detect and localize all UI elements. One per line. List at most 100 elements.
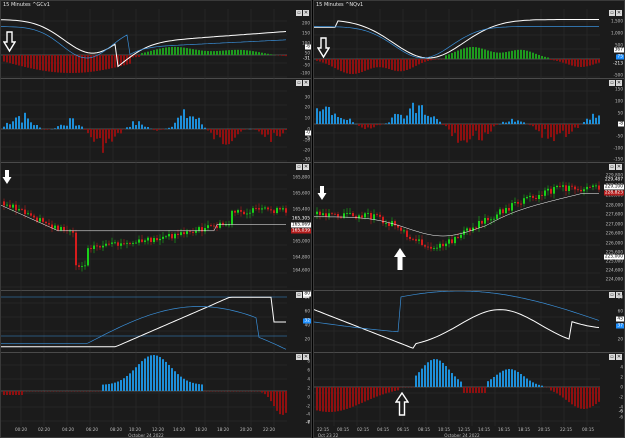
candle-body xyxy=(382,216,384,224)
histogram-bar xyxy=(15,55,17,65)
candle-body xyxy=(108,243,110,245)
candle-body xyxy=(475,227,477,229)
chart-title: 15 Minutes ^GCv1 xyxy=(3,2,50,8)
histogram-bar xyxy=(153,50,155,55)
histogram-bar xyxy=(177,117,179,129)
candle-body xyxy=(18,209,20,211)
histogram-bar xyxy=(511,369,513,387)
candle-body xyxy=(331,213,333,215)
candle-body xyxy=(120,243,122,246)
candle-body xyxy=(457,236,459,238)
value-tag: -8 xyxy=(617,121,624,127)
histogram-bar xyxy=(547,57,549,59)
arrow-up-solid-icon xyxy=(394,248,406,270)
histogram-bar xyxy=(475,387,477,393)
histogram-bar xyxy=(192,382,194,391)
histogram-bar xyxy=(445,366,447,387)
candle-body xyxy=(78,265,80,267)
histogram-bar xyxy=(78,55,80,73)
tick-label: 50 xyxy=(304,50,310,56)
histogram-bar xyxy=(3,391,5,395)
histogram-bar xyxy=(138,55,140,57)
time-axis: 00:20 02:20 04:20 06:20 08:20 10:20 12:2… xyxy=(1,426,311,437)
histogram-bar xyxy=(282,55,284,56)
histogram-bar xyxy=(508,51,510,59)
chart-window-nq[interactable]: 15 Minutes ^NQv1 ▫ ✕ 1,500 1,000 500 -500… xyxy=(313,0,625,438)
histogram-bar xyxy=(156,49,158,55)
oscillator-pane-1[interactable]: ▫ ✕ 1,500 1,000 500 -500 367 75 -213 xyxy=(314,9,624,79)
histogram-bar xyxy=(448,54,450,59)
oscillator-pane-1[interactable]: ▫ ✕ 200 150 100 50 -50 -100 -6 -31 xyxy=(1,9,311,79)
histogram-bar xyxy=(427,362,429,387)
oscillator-pane-2[interactable]: ▫✕ 80 60 40 20 80 32 xyxy=(1,291,311,353)
time-label: 18:15 xyxy=(517,427,531,432)
tick-label: 228,000 xyxy=(605,202,623,208)
histogram-bar xyxy=(457,124,459,143)
histogram-bar xyxy=(514,121,516,124)
histogram-bar xyxy=(487,124,489,134)
histogram-bar xyxy=(505,369,507,387)
histogram-bar xyxy=(141,361,143,391)
candle-body xyxy=(267,207,269,210)
histogram-bar xyxy=(550,387,552,391)
price-pane[interactable]: ▫✕ 229,800 229,100 228,600 228,000 227,6… xyxy=(314,163,624,291)
histogram-bar xyxy=(141,53,143,55)
candle-body xyxy=(388,222,390,226)
histogram-bar xyxy=(409,59,411,69)
histogram-bar xyxy=(234,49,236,55)
histogram-bar xyxy=(87,129,89,134)
histogram-bar xyxy=(475,47,477,59)
histogram-bar xyxy=(162,47,164,55)
histogram-bar xyxy=(120,129,122,134)
candle-body xyxy=(490,219,492,221)
histogram-bar xyxy=(231,129,233,142)
histogram-bar xyxy=(39,55,41,71)
histogram-bar xyxy=(409,108,411,124)
candle-body xyxy=(400,227,402,231)
histogram-pane-1[interactable]: ▫ ✕ 150 100 50 -50 -100 -150 -8 xyxy=(314,79,624,163)
histogram-bar xyxy=(246,50,248,55)
histogram-bar xyxy=(349,59,351,74)
tick-label: 20 xyxy=(304,336,310,342)
histogram-bar xyxy=(186,48,188,55)
histogram-bar xyxy=(364,387,366,402)
candle-body xyxy=(213,225,215,227)
candle-body xyxy=(12,204,14,208)
candle-body xyxy=(186,231,188,235)
histogram-bar xyxy=(261,391,263,393)
histogram-pane-2[interactable]: ▫ ✕ 4 2 0 -2 -4 -6 -6 22:15 00:15 02:15 0… xyxy=(314,353,624,437)
histogram-bar xyxy=(526,50,528,59)
histogram-bar xyxy=(472,124,474,136)
histogram-bar xyxy=(451,124,453,137)
candle-body xyxy=(255,208,257,209)
histogram-bar xyxy=(207,51,209,55)
histogram-bar xyxy=(319,387,321,412)
time-label: 04:20 xyxy=(61,427,75,432)
candle-body xyxy=(162,236,164,239)
histogram-bar xyxy=(448,369,450,387)
histogram-bar xyxy=(189,116,191,129)
histogram-pane-2[interactable]: ▫ ✕ 8 6 4 2 0 -2 -4 -6 -7 00:20 02:20 04:… xyxy=(1,353,311,437)
candle-body xyxy=(385,222,387,224)
histogram-bar xyxy=(517,120,519,124)
tick-label: 165,600 xyxy=(292,190,310,196)
candle-body xyxy=(424,245,426,247)
candle-body xyxy=(135,242,137,244)
histogram-bar xyxy=(168,127,170,129)
candle-body xyxy=(147,237,149,241)
price-pane[interactable]: ▫✕ 165,800 165,600 165,400 165,200 165,0… xyxy=(1,163,311,291)
time-label: 16:20 xyxy=(194,427,208,432)
oscillator-pane-2[interactable]: ▫✕ 80 60 40 20 45 37 xyxy=(314,291,624,353)
candle-body xyxy=(276,207,278,214)
candle-body xyxy=(138,239,140,243)
chart-window-gc[interactable]: 15 Minutes ^GCv1 ▫ ✕ 200 150 100 50 -50 -… xyxy=(0,0,312,438)
candle-body xyxy=(316,211,318,215)
histogram-bar xyxy=(138,121,140,129)
tick-label: 150 xyxy=(302,30,310,36)
histogram-pane-1[interactable]: ▫ ✕ 30 20 10 0 -10 -20 -30 -0 -5 xyxy=(1,79,311,163)
candle-body xyxy=(523,198,525,204)
histogram-bar xyxy=(463,48,465,59)
histogram-bar xyxy=(261,129,263,135)
histogram-bar xyxy=(556,59,558,61)
histogram-bar xyxy=(204,127,206,129)
